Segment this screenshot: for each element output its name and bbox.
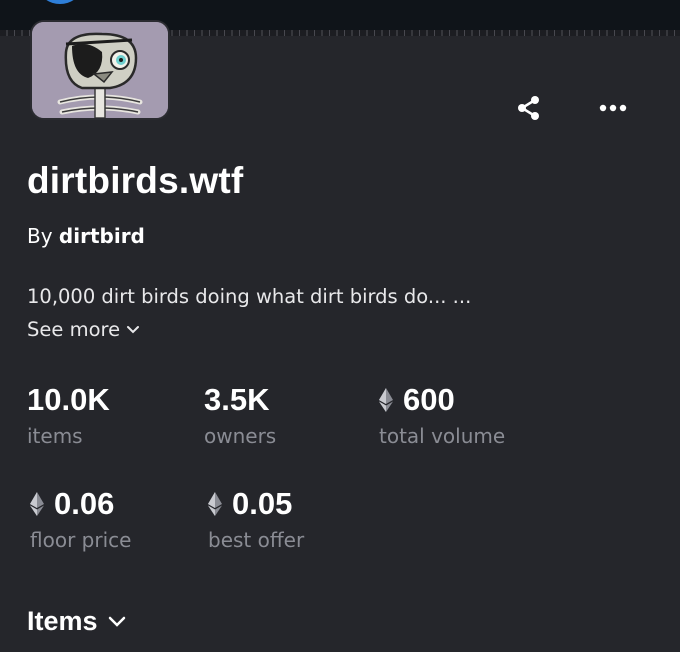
collection-description: 10,000 dirt birds doing what dirt birds … xyxy=(27,285,472,308)
stat-best-offer-label: best offer xyxy=(208,528,305,552)
stat-owners-label: owners xyxy=(204,424,277,448)
stat-best-offer[interactable]: 0.05 best offer xyxy=(208,486,304,552)
by-label: By xyxy=(27,224,53,248)
share-icon xyxy=(518,96,539,120)
stat-total-volume[interactable]: 600 total volume xyxy=(379,382,505,448)
ethereum-icon xyxy=(208,492,222,516)
ethereum-icon xyxy=(30,492,44,516)
chevron-down-icon xyxy=(108,616,125,627)
creator-link[interactable]: dirtbird xyxy=(59,224,145,248)
more-options-button[interactable] xyxy=(593,88,633,128)
stat-owners[interactable]: 3.5K owners xyxy=(204,382,276,448)
items-section-label: Items xyxy=(27,606,98,636)
stat-items[interactable]: 10.0K items xyxy=(27,382,110,448)
stat-best-offer-value: 0.05 xyxy=(232,486,293,521)
chevron-down-icon xyxy=(127,325,140,333)
skull-bird-image xyxy=(32,22,168,118)
creator-byline: By dirtbird xyxy=(27,224,145,248)
stat-total-volume-label: total volume xyxy=(379,424,506,448)
stat-floor-price-label: floor price xyxy=(30,528,132,552)
stat-items-label: items xyxy=(27,424,83,448)
collection-title: dirtbirds.wtf xyxy=(27,160,244,201)
more-horizontal-icon xyxy=(599,104,627,112)
collection-avatar xyxy=(32,22,168,118)
items-section-toggle[interactable]: Items xyxy=(27,606,126,637)
see-more-label: See more xyxy=(27,318,121,341)
app-logo-icon[interactable] xyxy=(40,0,80,4)
stat-floor-price-value: 0.06 xyxy=(54,486,115,521)
stat-total-volume-value: 600 xyxy=(403,382,455,417)
stat-owners-value: 3.5K xyxy=(204,382,270,417)
see-more-button[interactable]: See more xyxy=(27,318,140,341)
stat-floor-price[interactable]: 0.06 floor price xyxy=(30,486,131,552)
stat-items-value: 10.0K xyxy=(27,382,110,417)
share-button[interactable] xyxy=(509,88,549,128)
ethereum-icon xyxy=(379,388,393,412)
